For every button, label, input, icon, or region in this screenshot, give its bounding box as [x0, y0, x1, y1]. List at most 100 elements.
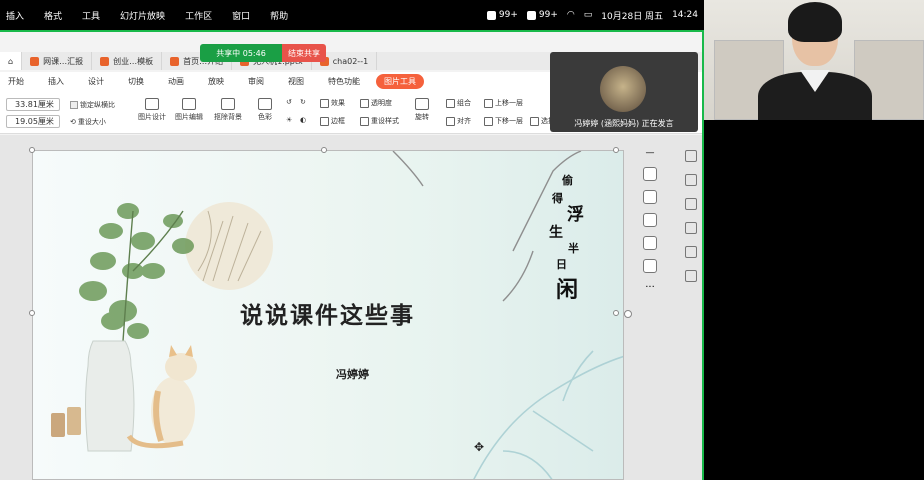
- reset-size-button[interactable]: ⟲ 重设大小: [70, 117, 106, 127]
- button-label: 重设大小: [77, 118, 106, 126]
- contrast-button[interactable]: ◐: [300, 116, 306, 124]
- slides-icon[interactable]: [685, 222, 697, 234]
- tab-features[interactable]: 特色功能: [328, 76, 360, 87]
- brightness-icon: ☀: [286, 116, 293, 124]
- selection-handle[interactable]: [613, 310, 619, 316]
- image-icon[interactable]: [643, 236, 657, 250]
- brightness-button[interactable]: ☀: [286, 116, 292, 124]
- selection-handle[interactable]: [321, 147, 327, 153]
- menu-window[interactable]: 窗口: [232, 9, 250, 22]
- mouse-cursor-icon: ✥: [474, 440, 485, 454]
- lock-ratio-checkbox[interactable]: 锁定纵横比: [70, 100, 115, 110]
- tab-design[interactable]: 设计: [88, 76, 104, 87]
- tab-label: cha02--1: [332, 56, 369, 66]
- group-icon: [446, 98, 455, 108]
- tab-slideshow[interactable]: 放映: [208, 76, 224, 87]
- rotate-left-button[interactable]: ↺: [286, 98, 292, 106]
- picture-edit-icon: [182, 98, 196, 110]
- rotate-button[interactable]: 旋转: [415, 98, 429, 122]
- color-button[interactable]: 色彩: [258, 98, 272, 122]
- tab-animation[interactable]: 动画: [168, 76, 184, 87]
- poem-char: 半: [568, 242, 579, 255]
- poem-char: 浮: [567, 205, 584, 225]
- screen: 插入 格式 工具 幻灯片放映 工作区 窗口 帮助 99+ 99+ ◠ ▭ 10月…: [0, 0, 924, 480]
- minus-icon[interactable]: —: [646, 148, 655, 158]
- group-button[interactable]: 组合: [446, 98, 471, 108]
- settings-icon[interactable]: [685, 150, 697, 162]
- right-sidebar: [680, 150, 702, 410]
- rotate-icon: [415, 98, 429, 110]
- poem-char: 日: [556, 258, 567, 271]
- slide-author[interactable]: 冯婷婷: [336, 366, 369, 382]
- status-item-wechat[interactable]: 99+: [526, 10, 558, 20]
- button-label: 抠除背景: [214, 113, 242, 121]
- tab-transition[interactable]: 切换: [128, 76, 144, 87]
- move-up-button[interactable]: 上移一层: [484, 98, 523, 108]
- color-icon: [258, 98, 272, 110]
- more-icon[interactable]: ···: [645, 282, 655, 293]
- zoom-icon[interactable]: [643, 190, 657, 204]
- share-icon[interactable]: [685, 270, 697, 282]
- speaker-label: 冯婷婷 (涵熙妈妈) 正在发言: [574, 119, 674, 128]
- align-button[interactable]: 对齐: [446, 116, 471, 126]
- button-label: 图片编辑: [175, 113, 203, 121]
- tab-picture-tools[interactable]: 图片工具: [376, 73, 424, 89]
- tab-insert[interactable]: 插入: [48, 76, 64, 87]
- selection-handle[interactable]: [29, 147, 35, 153]
- tab-review[interactable]: 审阅: [248, 76, 264, 87]
- crop-icon[interactable]: [643, 213, 657, 227]
- tab-document[interactable]: 创业…模板: [92, 52, 163, 70]
- menu-slideshow[interactable]: 幻灯片放映: [120, 9, 165, 22]
- pin-icon[interactable]: [685, 198, 697, 210]
- effects-button[interactable]: 效果: [320, 98, 345, 108]
- tab-view[interactable]: 视图: [288, 76, 304, 87]
- transparency-icon: [360, 98, 369, 108]
- rotate-left-icon: ↺: [286, 98, 292, 106]
- reset-style-icon: [360, 116, 369, 126]
- menu-workspace[interactable]: 工作区: [185, 9, 212, 22]
- menu-tools[interactable]: 工具: [82, 9, 100, 22]
- menu-insert[interactable]: 插入: [6, 9, 24, 22]
- button-label: 下移一层: [495, 117, 523, 125]
- border-icon: [320, 116, 329, 126]
- move-down-button[interactable]: 下移一层: [484, 116, 523, 126]
- height-field[interactable]: 19.05厘米: [6, 115, 60, 128]
- tab-document[interactable]: 网课…汇报: [22, 52, 93, 70]
- selection-handle[interactable]: [29, 310, 35, 316]
- tab-start[interactable]: 开始: [8, 76, 24, 87]
- end-share-button[interactable]: 结束共享: [282, 44, 326, 62]
- media-icon[interactable]: [685, 246, 697, 258]
- border-button[interactable]: 边框: [320, 116, 345, 126]
- button-label: 效果: [331, 99, 345, 107]
- rotate-right-button[interactable]: ↻: [300, 98, 306, 106]
- menu-help[interactable]: 帮助: [270, 9, 288, 22]
- float-toolbar: — ···: [637, 148, 663, 308]
- rotate-handle[interactable]: [624, 310, 632, 318]
- battery-icon[interactable]: ▭: [584, 10, 593, 20]
- remove-background-button[interactable]: 抠除背景: [214, 98, 242, 122]
- picture-design-icon: [145, 98, 159, 110]
- picture-design-button[interactable]: 图片设计: [138, 98, 166, 122]
- wechat-icon: [526, 10, 536, 20]
- contrast-icon: ◐: [300, 116, 307, 124]
- transparency-button[interactable]: 透明度: [360, 98, 392, 108]
- reset-icon: ⟲: [70, 118, 76, 126]
- history-icon[interactable]: [685, 174, 697, 186]
- ppt-icon: [170, 56, 180, 66]
- slide-title[interactable]: 说说课件这些事: [240, 296, 415, 330]
- layers-icon[interactable]: [643, 167, 657, 181]
- tab-home[interactable]: ⌂: [0, 52, 23, 70]
- person-hair: [788, 2, 842, 42]
- copy-icon[interactable]: [643, 259, 657, 273]
- date-text: 10月28日 周五: [601, 11, 664, 22]
- selection-handle[interactable]: [613, 147, 619, 153]
- button-label: 透明度: [371, 99, 392, 107]
- menu-format[interactable]: 格式: [44, 9, 62, 22]
- width-field[interactable]: 33.81厘米: [6, 98, 60, 111]
- checkbox-icon: [70, 101, 78, 109]
- status-item-app[interactable]: 99+: [486, 10, 518, 20]
- picture-edit-button[interactable]: 图片编辑: [175, 98, 203, 122]
- reset-style-button[interactable]: 重设样式: [360, 116, 399, 126]
- wifi-icon[interactable]: ◠: [567, 10, 575, 20]
- remove-background-icon: [221, 98, 235, 110]
